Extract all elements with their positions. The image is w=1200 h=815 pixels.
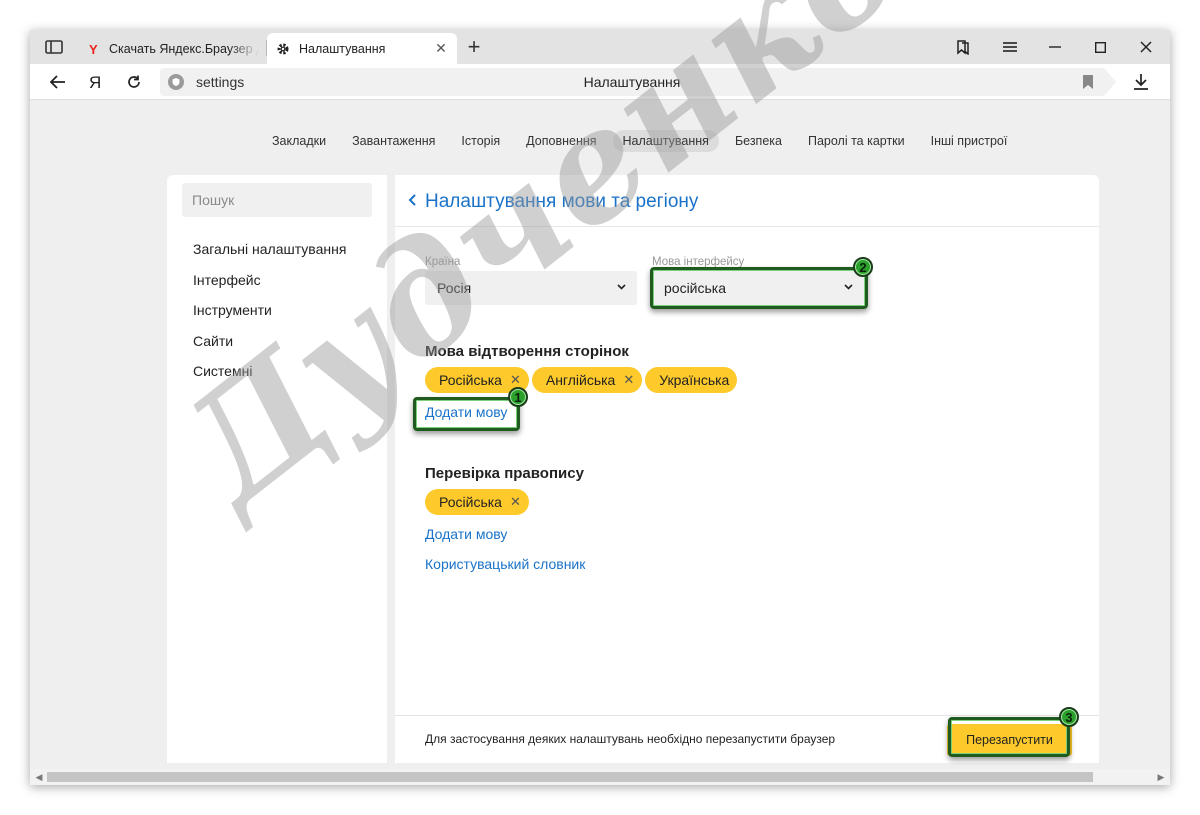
restart-button[interactable]: Перезапустити bbox=[947, 724, 1072, 756]
callout-badge-2: 2 bbox=[853, 257, 873, 277]
search-input[interactable]: Пошук bbox=[182, 183, 372, 217]
maximize-icon[interactable] bbox=[1082, 34, 1118, 60]
browser-window: Y Скачать Яндекс.Браузер для Налаштуванн… bbox=[30, 30, 1170, 785]
bookmark-icon[interactable] bbox=[1082, 75, 1094, 89]
ui-language-select[interactable]: російська bbox=[652, 271, 864, 305]
country-label: Країна bbox=[425, 256, 461, 268]
scrollbar-thumb[interactable] bbox=[47, 772, 1093, 782]
menu-icon[interactable] bbox=[992, 34, 1028, 60]
sidebar-item-interface[interactable]: Інтерфейс bbox=[193, 272, 261, 288]
back-arrow-icon[interactable] bbox=[45, 70, 71, 94]
tab-title: Налаштування bbox=[299, 41, 386, 56]
callout-badge-1: 1 bbox=[508, 387, 528, 407]
sidebar-item-system[interactable]: Системні bbox=[193, 363, 252, 379]
nav-security[interactable]: Безпека bbox=[725, 130, 792, 152]
nav-bookmarks[interactable]: Закладки bbox=[262, 130, 336, 152]
spellcheck-heading: Перевірка правопису bbox=[425, 465, 584, 482]
settings-page: Закладки Завантаження Історія Доповнення… bbox=[30, 101, 1170, 769]
restart-footer: Для застосування деяких налаштувань необ… bbox=[395, 715, 1099, 763]
close-window-icon[interactable] bbox=[1128, 34, 1164, 60]
yandex-y-icon: Y bbox=[85, 41, 101, 57]
language-settings-panel: Налаштування мови та регіону Країна Росі… bbox=[395, 175, 1099, 763]
restart-note: Для застосування деяких налаштувань необ… bbox=[425, 732, 836, 746]
add-page-language-link[interactable]: Додати мову bbox=[425, 404, 507, 420]
panel-header: Налаштування мови та регіону bbox=[395, 175, 1099, 227]
gear-icon bbox=[275, 41, 291, 57]
nav-downloads[interactable]: Завантаження bbox=[342, 130, 445, 152]
sidebar-item-sites[interactable]: Сайти bbox=[193, 333, 233, 349]
callout-badge-3: 3 bbox=[1059, 707, 1079, 727]
chevron-down-icon bbox=[615, 280, 627, 294]
address-bar[interactable]: settings Налаштування bbox=[160, 68, 1116, 96]
horizontal-scrollbar[interactable]: ◀ ▶ bbox=[30, 769, 1170, 785]
add-spellcheck-language-link[interactable]: Додати мову bbox=[425, 526, 507, 542]
tab-download-yandex[interactable]: Y Скачать Яндекс.Браузер для bbox=[77, 33, 267, 64]
nav-other-devices[interactable]: Інші пристрої bbox=[921, 130, 1018, 152]
tab-settings[interactable]: Налаштування ✕ bbox=[267, 33, 457, 64]
nav-extensions[interactable]: Доповнення bbox=[516, 130, 606, 152]
svg-text:Я: Я bbox=[89, 73, 101, 91]
downloads-icon[interactable] bbox=[1128, 70, 1154, 94]
nav-history[interactable]: Історія bbox=[451, 130, 510, 152]
country-select[interactable]: Росія bbox=[425, 271, 637, 305]
address-url: settings bbox=[196, 74, 245, 90]
spellcheck-chips: Російська ✕ bbox=[425, 489, 532, 515]
address-page-title: Налаштування bbox=[583, 74, 681, 90]
chip-label: Українська bbox=[659, 372, 730, 388]
remove-icon[interactable]: ✕ bbox=[623, 372, 634, 393]
page-title[interactable]: Налаштування мови та регіону bbox=[425, 191, 698, 213]
yandex-home-icon[interactable]: Я bbox=[82, 70, 108, 94]
chevron-down-icon bbox=[842, 280, 854, 294]
svg-text:Y: Y bbox=[89, 42, 98, 56]
page-language-chips: Російська ✕ Англійська ✕ Українська bbox=[425, 367, 740, 393]
settings-sidebar: Пошук Загальні налаштування Інтерфейс Ін… bbox=[167, 175, 387, 763]
remove-icon[interactable]: ✕ bbox=[510, 494, 521, 515]
bookmarks-panel-icon[interactable] bbox=[945, 34, 981, 60]
custom-dictionary-link[interactable]: Користувацький словник bbox=[425, 556, 585, 572]
tab-strip: Y Скачать Яндекс.Браузер для Налаштуванн… bbox=[30, 30, 1170, 64]
nav-passwords-cards[interactable]: Паролі та картки bbox=[798, 130, 915, 152]
tab-title: Скачать Яндекс.Браузер для bbox=[109, 41, 259, 56]
ui-language-label: Мова інтерфейсу bbox=[652, 256, 745, 268]
scroll-right-icon[interactable]: ▶ bbox=[1156, 772, 1166, 782]
chip-label: Англійська bbox=[545, 372, 616, 388]
reload-icon[interactable] bbox=[121, 70, 147, 94]
country-value: Росія bbox=[437, 280, 472, 296]
close-tab-icon[interactable]: ✕ bbox=[433, 40, 449, 57]
language-chip-ukrainian[interactable]: Українська bbox=[645, 367, 738, 393]
nav-settings[interactable]: Налаштування bbox=[612, 130, 719, 152]
new-tab-icon[interactable]: + bbox=[462, 34, 486, 59]
sidebar-item-general[interactable]: Загальні налаштування bbox=[193, 241, 346, 257]
page-language-heading: Мова відтворення сторінок bbox=[425, 343, 629, 360]
address-toolbar: Я settings Налаштування bbox=[30, 64, 1170, 100]
minimize-icon[interactable] bbox=[1037, 34, 1073, 60]
ui-language-value: російська bbox=[664, 280, 727, 296]
settings-nav: Закладки Завантаження Історія Доповнення… bbox=[262, 129, 1023, 153]
chip-label: Російська bbox=[439, 494, 502, 510]
site-protect-icon[interactable] bbox=[168, 74, 184, 90]
language-chip-english: Англійська ✕ bbox=[531, 367, 643, 393]
scroll-left-icon[interactable]: ◀ bbox=[34, 772, 44, 782]
sidebar-item-tools[interactable]: Інструменти bbox=[193, 302, 272, 318]
chip-label: Російська bbox=[439, 372, 502, 388]
sidebar-toggle-icon[interactable] bbox=[38, 36, 70, 58]
spellcheck-chip-russian: Російська ✕ bbox=[425, 489, 529, 515]
chevron-left-icon[interactable] bbox=[408, 193, 420, 209]
